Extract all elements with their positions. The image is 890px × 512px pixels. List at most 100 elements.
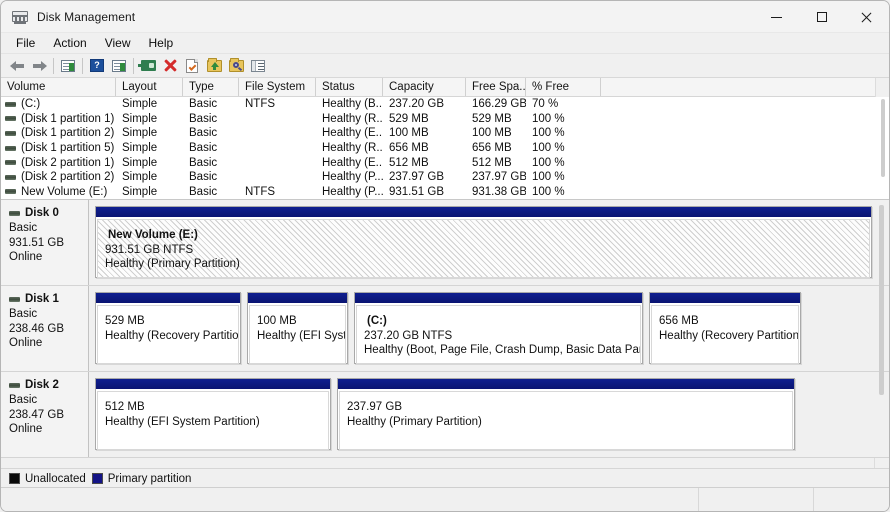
cell-type: Basic [189,142,218,155]
rescan-disks-icon[interactable] [137,55,159,77]
cell-layout: Simple [122,112,158,125]
partition-status: Healthy (Primary Partition) [105,258,240,270]
column-header-volume[interactable]: Volume [1,78,116,96]
partition-strip: 529 MB Healthy (Recovery Partition) 100 MB… [89,286,889,371]
toolbar-separator [133,57,134,74]
partition-color-bar [355,293,642,304]
column-header-capacity[interactable]: Capacity [383,78,466,96]
column-header-free-space[interactable]: Free Spa... [466,78,526,96]
cell-volume-label: (Disk 2 partition 1) [21,156,115,169]
menu-bar: File Action View Help [1,33,889,54]
volume-icon [5,130,16,136]
delete-volume-icon[interactable] [159,55,181,77]
cell-free-space: 656 MB [472,142,512,155]
volume-list-scrollbar-thumb[interactable] [881,99,885,177]
cell-pct-free: 100 % [532,142,565,155]
partition-status: Healthy (EFI System [257,329,345,342]
graphical-view-scrollbar[interactable] [878,205,886,463]
cell-capacity: 931.51 GB [389,185,444,198]
cell-file-system: NTFS [245,185,276,198]
partition-block[interactable]: New Volume (E:) 931.51 GB NTFS Healthy (Pr… [95,206,872,278]
cell-volume-label: (C:) [21,98,41,111]
table-row[interactable]: (C:) Simple Basic NTFS Healthy (B... 237.20 G… [1,97,889,112]
forward-arrow-icon[interactable] [28,55,50,77]
partition-size: 656 MB [659,315,699,327]
legend-swatch-unallocated [9,473,20,484]
cell-volume: (Disk 1 partition 5) [1,141,116,155]
partition-details: 100 MB Healthy (EFI System [249,305,346,364]
window-title: Disk Management [37,9,136,24]
disk-info-panel[interactable]: Disk 1 Basic 238.46 GB Online [1,286,89,371]
partition-details: 512 MB Healthy (EFI System Partition) [97,391,329,450]
cell-status: Healthy (P... [322,171,383,184]
column-header-status[interactable]: Status [316,78,383,96]
cell-status: Healthy (R... [322,112,383,125]
graphical-view-scrollbar-thumb[interactable] [879,205,884,395]
disk-rows-container: Disk 0 Basic 931.51 GB Online New Volume (E:… [1,200,889,458]
toolbar: ? [1,54,889,78]
partition-details: New Volume (E:) 931.51 GB NTFS Healthy (Pr… [97,219,870,278]
partition-block[interactable]: 656 MB Healthy (Recovery Partition) [649,292,801,364]
properties-icon[interactable] [181,55,203,77]
partition-block[interactable]: 529 MB Healthy (Recovery Partition) [95,292,241,364]
cell-capacity: 100 MB [389,127,429,140]
status-bar [1,487,889,511]
table-row[interactable]: (Disk 2 partition 1) Simple Basic Healthy (… [1,155,889,170]
cell-type: Basic [189,156,218,169]
disk-info-panel[interactable]: Disk 0 Basic 931.51 GB Online [1,200,89,285]
list-view-icon[interactable] [247,55,269,77]
show-hide-console-tree-icon[interactable] [57,55,79,77]
back-arrow-icon[interactable] [6,55,28,77]
cell-volume: (Disk 1 partition 1) [1,112,116,126]
disk-icon [9,382,20,388]
menu-file[interactable]: File [7,34,44,53]
minimize-button[interactable] [754,1,799,33]
close-button[interactable] [844,1,889,33]
title-bar: Disk Management [1,1,889,33]
menu-help[interactable]: Help [140,34,183,53]
column-header-pct-free[interactable]: % Free [526,78,601,96]
cell-type: Basic [189,98,218,111]
menu-view[interactable]: View [96,34,140,53]
table-row[interactable]: New Volume (E:) Simple Basic NTFS Healthy (P… [1,185,889,199]
status-bar-segment-tertiary [814,488,889,511]
table-row[interactable]: (Disk 1 partition 1) Simple Basic Healthy (… [1,112,889,127]
table-row[interactable]: (Disk 2 partition 2) Simple Basic Healthy (… [1,170,889,185]
show-hide-action-pane-icon[interactable] [108,55,130,77]
cell-free-space: 529 MB [472,112,512,125]
disk-state-label: Online [9,337,43,349]
cell-free-space: 100 MB [472,127,512,140]
menu-action[interactable]: Action [44,34,95,53]
cell-free-space: 931.38 GB [472,185,526,198]
partition-block[interactable]: (C:) 237.20 GB NTFS Healthy (Boot, Page Fi… [354,292,643,364]
cell-volume-label: New Volume (E:) [21,185,108,198]
volume-icon [5,189,16,195]
table-row[interactable]: (Disk 1 partition 5) Simple Basic Healthy (… [1,141,889,156]
column-header-layout[interactable]: Layout [116,78,183,96]
table-row[interactable]: (Disk 1 partition 2) Simple Basic Healthy (… [1,126,889,141]
column-header-file-system[interactable]: File System [239,78,316,96]
cell-volume-label: (Disk 1 partition 5) [21,142,115,155]
partition-block[interactable]: 100 MB Healthy (EFI System [247,292,348,364]
partition-status: Healthy (Recovery Partition) [659,329,799,342]
volume-list-scrollbar[interactable] [880,99,887,195]
cell-pct-free: 100 % [532,112,565,125]
partition-block[interactable]: 512 MB Healthy (EFI System Partition) [95,378,331,450]
cell-free-space: 166.29 GB [472,98,526,111]
explore-volume-icon[interactable] [225,55,247,77]
help-icon[interactable]: ? [86,55,108,77]
maximize-button[interactable] [799,1,844,33]
disk-management-window: Disk Management File Action View Help ? [0,0,890,512]
disk-info-panel[interactable]: Disk 2 Basic 238.47 GB Online [1,372,89,457]
volume-list-header: Volume Layout Type File System Status Ca… [1,78,889,97]
cell-type: Basic [189,127,218,140]
column-header-type[interactable]: Type [183,78,239,96]
partition-size: 931.51 GB NTFS [105,243,194,256]
cell-volume-label: (Disk 1 partition 2) [21,127,115,140]
cell-layout: Simple [122,142,158,155]
disk-row: Disk 2 Basic 238.47 GB Online 512 MB Healthy … [1,372,889,458]
disk-title: Disk 0 [9,207,88,219]
extend-volume-icon[interactable] [203,55,225,77]
partition-block[interactable]: 237.97 GB Healthy (Primary Partition) [337,378,795,450]
volume-list-body: (C:) Simple Basic NTFS Healthy (B... 237.20 G… [1,97,889,199]
